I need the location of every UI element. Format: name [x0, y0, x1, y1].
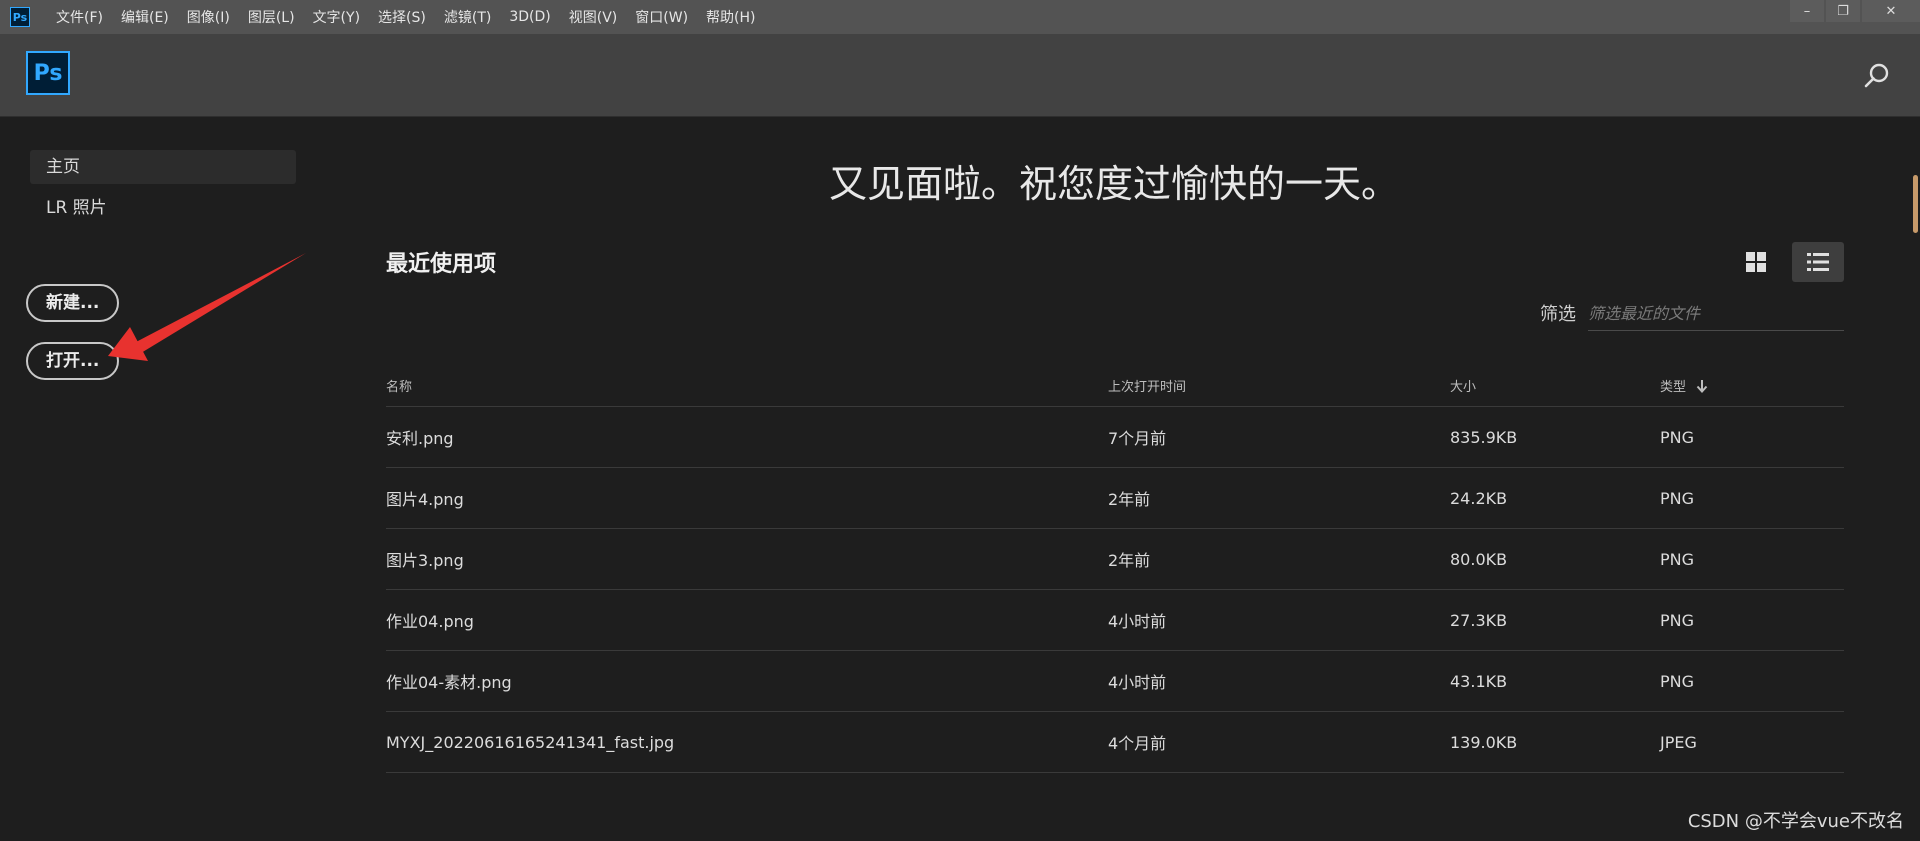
menu-view[interactable]: 视图(V) [569, 7, 618, 27]
file-name: 作业04-素材.png [386, 673, 512, 692]
table-row[interactable]: 图片4.png 2年前 24.2KB PNG [386, 468, 1844, 529]
window-controls: – ❐ ✕ [1788, 0, 1920, 24]
table-row[interactable]: 作业04-素材.png 4小时前 43.1KB PNG [386, 651, 1844, 712]
file-type: PNG [1660, 610, 1695, 630]
greeting-text: 又见面啦。祝您度过愉快的一天。 [828, 162, 1399, 206]
annotation-arrow-icon [108, 253, 306, 361]
menu-image[interactable]: 图像(I) [187, 7, 230, 27]
ps-logo: Ps [26, 51, 70, 95]
table-row[interactable]: 安利.png 7个月前 835.9KB PNG [386, 407, 1844, 468]
home-header: Ps [0, 34, 1920, 117]
list-view-icon [1807, 253, 1829, 271]
menu-3d[interactable]: 3D(D) [509, 9, 550, 25]
menu-bar: Ps 文件(F) 编辑(E) 图像(I) 图层(L) 文字(Y) 选择(S) 滤… [0, 0, 1920, 34]
sidebar-item-home[interactable]: 主页 [30, 150, 296, 184]
file-type: PNG [1660, 549, 1695, 569]
file-last-opened: 2年前 [1108, 551, 1151, 570]
file-name: 安利.png [386, 429, 454, 448]
recent-files-table: 名称 上次打开时间 大小 类型 安利.png 7个月前 835.9KB PNG … [386, 364, 1844, 773]
file-size: 43.1KB [1450, 671, 1508, 691]
menu-filter[interactable]: 滤镜(T) [444, 7, 491, 27]
menu-file[interactable]: 文件(F) [56, 7, 103, 27]
scrollbar-thumb[interactable] [1913, 175, 1918, 233]
file-size: 80.0KB [1450, 549, 1508, 569]
photoshop-app-icon[interactable]: Ps [10, 7, 30, 27]
file-name: 图片3.png [386, 551, 464, 570]
file-size: 27.3KB [1450, 610, 1508, 630]
file-name: 图片4.png [386, 490, 464, 509]
table-row[interactable]: MYXJ_20220616165241341_fast.jpg 4个月前 139… [386, 712, 1844, 773]
filter-label: 筛选 [1540, 304, 1576, 325]
search-button[interactable] [1862, 61, 1892, 91]
file-size: 139.0KB [1450, 732, 1518, 752]
search-icon [1864, 63, 1889, 88]
file-last-opened: 2年前 [1108, 490, 1151, 509]
file-type: PNG [1660, 488, 1695, 508]
file-size: 835.9KB [1450, 427, 1518, 447]
file-last-opened: 4个月前 [1108, 734, 1167, 753]
list-view-button[interactable] [1792, 242, 1844, 282]
grid-view-button[interactable] [1730, 242, 1782, 282]
sidebar-item-lr-photos[interactable]: LR 照片 [30, 191, 296, 225]
menu-layer[interactable]: 图层(L) [248, 7, 295, 27]
file-last-opened: 4小时前 [1108, 673, 1167, 692]
file-name: 作业04.png [386, 612, 474, 631]
recent-section-title: 最近使用项 [386, 252, 497, 277]
column-header-type-label: 类型 [1660, 379, 1687, 395]
filter-input[interactable] [1588, 296, 1844, 331]
table-header: 名称 上次打开时间 大小 类型 [386, 364, 1844, 407]
table-row[interactable]: 作业04.png 4小时前 27.3KB PNG [386, 590, 1844, 651]
menu-select[interactable]: 选择(S) [378, 7, 426, 27]
column-header-name[interactable]: 名称 [386, 376, 1108, 395]
menu-help[interactable]: 帮助(H) [706, 7, 755, 27]
sort-down-arrow-icon [1696, 379, 1708, 393]
column-header-last-opened[interactable]: 上次打开时间 [1108, 376, 1450, 395]
watermark: CSDN @不学会vue不改名 [1687, 811, 1904, 832]
column-header-size[interactable]: 大小 [1450, 376, 1660, 395]
menu-edit[interactable]: 编辑(E) [121, 7, 169, 27]
file-last-opened: 4小时前 [1108, 612, 1167, 631]
column-header-type[interactable]: 类型 [1660, 376, 1844, 395]
file-size: 24.2KB [1450, 488, 1508, 508]
menu-window[interactable]: 窗口(W) [635, 7, 688, 27]
file-type: JPEG [1660, 732, 1697, 752]
file-last-opened: 7个月前 [1108, 429, 1167, 448]
file-type: PNG [1660, 427, 1695, 447]
table-row[interactable]: 图片3.png 2年前 80.0KB PNG [386, 529, 1844, 590]
file-name: MYXJ_20220616165241341_fast.jpg [386, 732, 675, 752]
file-type: PNG [1660, 671, 1695, 691]
menu-type[interactable]: 文字(Y) [313, 7, 360, 27]
minimize-button[interactable]: – [1790, 0, 1824, 22]
restore-button[interactable]: ❐ [1826, 0, 1860, 22]
close-button[interactable]: ✕ [1862, 0, 1920, 22]
grid-view-icon [1746, 252, 1766, 272]
